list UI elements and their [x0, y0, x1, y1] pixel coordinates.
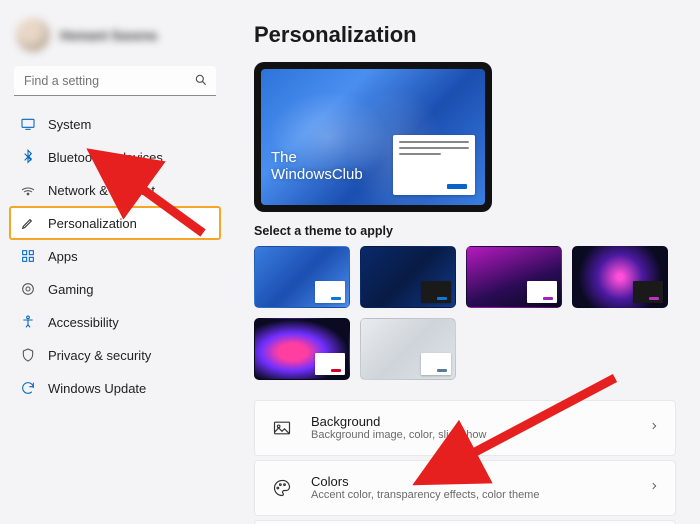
privacy-icon: [20, 347, 36, 363]
setting-colors[interactable]: Colors Accent color, transparency effect…: [254, 460, 676, 516]
gaming-icon: [20, 281, 36, 297]
avatar: [16, 18, 50, 52]
theme-option-4[interactable]: [572, 246, 668, 308]
nav-label: Network & internet: [48, 183, 155, 198]
nav-label: Bluetooth & devices: [48, 150, 163, 165]
nav-label: Accessibility: [48, 315, 119, 330]
search-box[interactable]: [14, 66, 216, 96]
sidebar-item-network[interactable]: Network & internet: [10, 174, 220, 206]
watermark-line2: WindowsClub: [271, 167, 363, 184]
setting-sub: Background image, color, slideshow: [311, 429, 649, 442]
chevron-right-icon: [649, 419, 659, 437]
personalization-icon: [20, 215, 36, 231]
theme-option-1[interactable]: [254, 246, 350, 308]
theme-section-label: Select a theme to apply: [254, 224, 676, 238]
username: Hemant Saxena: [60, 28, 157, 43]
theme-option-3[interactable]: [466, 246, 562, 308]
accessibility-icon: [20, 314, 36, 330]
preview-screen: The WindowsClub: [261, 69, 485, 205]
setting-sub: Accent color, transparency effects, colo…: [311, 489, 649, 502]
colors-icon: [271, 477, 293, 499]
chevron-right-icon: [649, 479, 659, 497]
network-icon: [20, 182, 36, 198]
setting-title: Background: [311, 414, 649, 430]
watermark: The WindowsClub: [271, 150, 363, 183]
sidebar-item-bluetooth[interactable]: Bluetooth & devices: [10, 141, 220, 173]
setting-themes[interactable]: Themes Install, create, manage: [254, 520, 676, 524]
setting-title: Colors: [311, 474, 649, 490]
nav-label: Personalization: [48, 216, 137, 231]
nav-label: System: [48, 117, 91, 132]
main-content: Personalization The WindowsClub Select a…: [230, 0, 700, 524]
sidebar-item-update[interactable]: Windows Update: [10, 372, 220, 404]
setting-background[interactable]: Background Background image, color, slid…: [254, 400, 676, 456]
preview-mini-window: [393, 135, 475, 195]
system-icon: [20, 116, 36, 132]
page-title: Personalization: [254, 22, 676, 48]
sidebar-item-accessibility[interactable]: Accessibility: [10, 306, 220, 338]
bluetooth-icon: [20, 149, 36, 165]
setting-text: Background Background image, color, slid…: [311, 414, 649, 443]
nav-label: Privacy & security: [48, 348, 151, 363]
theme-option-5[interactable]: [254, 318, 350, 380]
search-icon: [194, 73, 208, 92]
watermark-line1: The: [271, 150, 363, 167]
apps-icon: [20, 248, 36, 264]
nav-label: Windows Update: [48, 381, 146, 396]
desktop-preview: The WindowsClub: [254, 62, 492, 212]
user-profile[interactable]: Hemant Saxena: [10, 14, 220, 66]
sidebar-item-personalization[interactable]: Personalization: [10, 207, 220, 239]
nav-label: Apps: [48, 249, 78, 264]
theme-grid: [254, 246, 676, 380]
sidebar-item-system[interactable]: System: [10, 108, 220, 140]
theme-option-2[interactable]: [360, 246, 456, 308]
nav-list: System Bluetooth & devices Network & int…: [10, 108, 220, 404]
nav-label: Gaming: [48, 282, 94, 297]
sidebar-item-apps[interactable]: Apps: [10, 240, 220, 272]
theme-option-6[interactable]: [360, 318, 456, 380]
update-icon: [20, 380, 36, 396]
background-icon: [271, 417, 293, 439]
app-window: Hemant Saxena System Bluetooth & devices…: [0, 0, 700, 524]
sidebar: Hemant Saxena System Bluetooth & devices…: [0, 0, 230, 524]
sidebar-item-gaming[interactable]: Gaming: [10, 273, 220, 305]
search-input[interactable]: [14, 66, 216, 96]
sidebar-item-privacy[interactable]: Privacy & security: [10, 339, 220, 371]
setting-text: Colors Accent color, transparency effect…: [311, 474, 649, 503]
